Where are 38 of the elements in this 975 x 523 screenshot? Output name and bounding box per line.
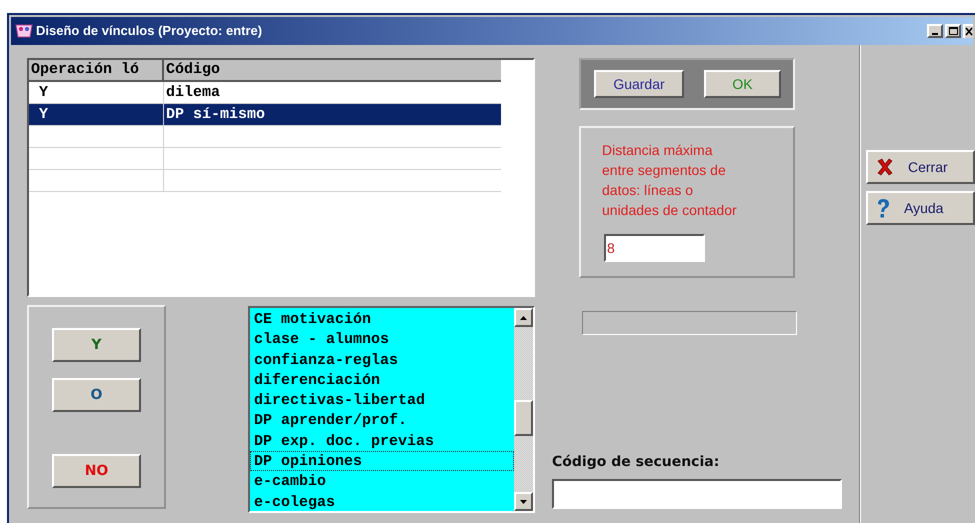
help-button[interactable]: Ayuda	[866, 191, 975, 225]
list-item[interactable]: e-colegas	[250, 492, 514, 512]
scroll-up-icon[interactable]	[514, 308, 533, 327]
scroll-down-icon[interactable]	[514, 492, 533, 511]
list-item[interactable]: diferenciación	[250, 370, 514, 390]
table-cell: dilema	[166, 84, 220, 101]
table-cell: Y	[39, 106, 48, 123]
table-row[interactable]: Y DP sí-mismo	[29, 104, 501, 126]
table-cell: DP sí-mismo	[166, 106, 266, 123]
table-cell: Y	[39, 84, 48, 101]
question-mark-icon	[876, 198, 890, 218]
table-row[interactable]: Y dilema	[29, 82, 501, 104]
list-item[interactable]: DP opiniones	[250, 451, 514, 472]
x-mark-icon	[876, 158, 894, 176]
close-button[interactable]: Cerrar	[866, 150, 975, 184]
list-item[interactable]: DP exp. doc. previas	[250, 430, 514, 452]
list-item[interactable]: DP aprender/prof.	[250, 410, 514, 431]
operator-button[interactable]: Y	[52, 328, 141, 362]
list-item[interactable]: clase - alumnos	[250, 329, 514, 350]
column-header[interactable]: Código	[164, 60, 501, 80]
sequence-label: Código de secuencia:	[552, 453, 720, 472]
operator-button[interactable]: O	[52, 378, 141, 412]
list-item[interactable]: e-cambio	[250, 471, 514, 492]
window-title: Diseño de vínculos (Proyecto: entre)	[36, 22, 262, 40]
app-icon	[15, 23, 33, 39]
save-button[interactable]: Guardar	[594, 70, 684, 98]
list-item[interactable]: confianza-reglas	[250, 350, 514, 370]
scroll-thumb[interactable]	[514, 400, 533, 436]
minimize-icon[interactable]	[927, 24, 943, 38]
column-header[interactable]: Operación ló	[29, 60, 164, 80]
maximize-icon[interactable]	[945, 24, 961, 38]
sequence-input[interactable]	[552, 479, 842, 509]
distance-input[interactable]: 8	[604, 234, 705, 262]
distance-label: Distancia máxima entre segmentos de datos: líneas o unidades de contador	[602, 141, 738, 220]
list-item[interactable]: CE motivación	[250, 309, 514, 330]
close-icon[interactable]	[963, 24, 973, 38]
list-item[interactable]: directivas-libertad	[250, 390, 514, 410]
scrollbar[interactable]	[514, 308, 533, 511]
